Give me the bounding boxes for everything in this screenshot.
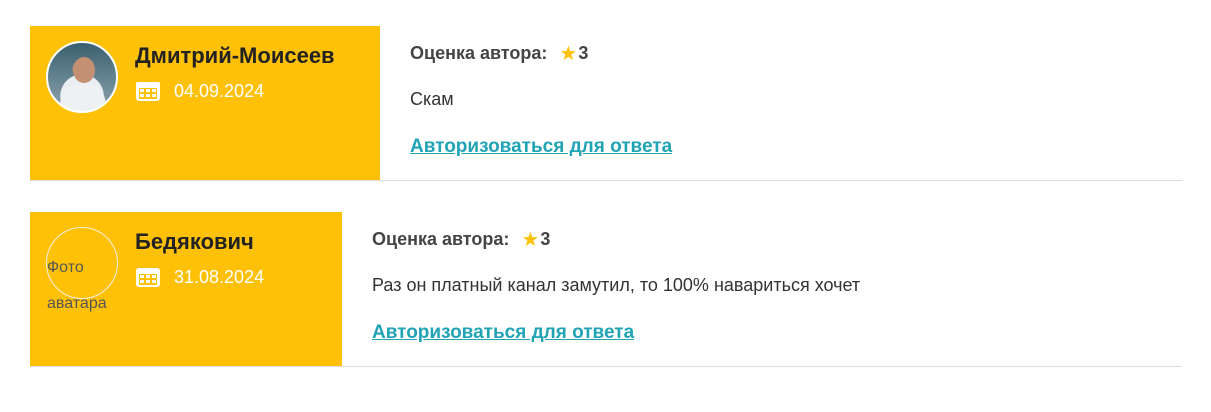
calendar-icon <box>135 266 161 288</box>
calendar-icon <box>135 80 161 102</box>
avatar-head <box>73 57 95 83</box>
author-name[interactable]: Дмитрий-Моисеев <box>135 43 335 69</box>
rating-label: Оценка автора: <box>372 229 510 249</box>
author-panel: Дмитрий-Моисеев 04.09.2024 <box>30 26 380 180</box>
review-text: Раз он платный канал замутил, то 100% на… <box>372 275 861 295</box>
rating-row: Оценка автора: ★ 3 <box>372 229 550 250</box>
review-item: Дмитрий-Моисеев 04.09.2024 Оценка автора… <box>30 26 1182 181</box>
avatar-alt-text: Фото аватара <box>47 259 107 312</box>
avatar[interactable] <box>46 41 118 113</box>
rating-value: 3 <box>540 229 551 249</box>
review-date-row: 04.09.2024 <box>135 80 264 102</box>
review-text: Скам <box>410 89 454 109</box>
review-date-row: 31.08.2024 <box>135 266 264 288</box>
star-icon: ★ <box>521 228 540 251</box>
rating-label: Оценка автора: <box>410 43 548 63</box>
star-icon: ★ <box>559 42 578 65</box>
reply-link[interactable]: Авторизоваться для ответа <box>372 322 634 344</box>
review-date: 31.08.2024 <box>174 266 265 287</box>
rating-row: Оценка автора: ★ 3 <box>410 43 588 64</box>
reviews-list: Дмитрий-Моисеев 04.09.2024 Оценка автора… <box>0 0 1211 412</box>
rating-value: 3 <box>578 43 589 63</box>
author-panel: Фото аватара Бедякович 31.08.2024 <box>30 212 342 366</box>
avatar[interactable]: Фото аватара <box>46 227 118 312</box>
review-item: Фото аватара Бедякович 31.08.2024 Оценка… <box>30 212 1182 367</box>
review-date: 04.09.2024 <box>174 80 265 101</box>
reply-link[interactable]: Авторизоваться для ответа <box>410 136 672 158</box>
author-name[interactable]: Бедякович <box>135 229 254 255</box>
avatar-body <box>60 83 106 111</box>
